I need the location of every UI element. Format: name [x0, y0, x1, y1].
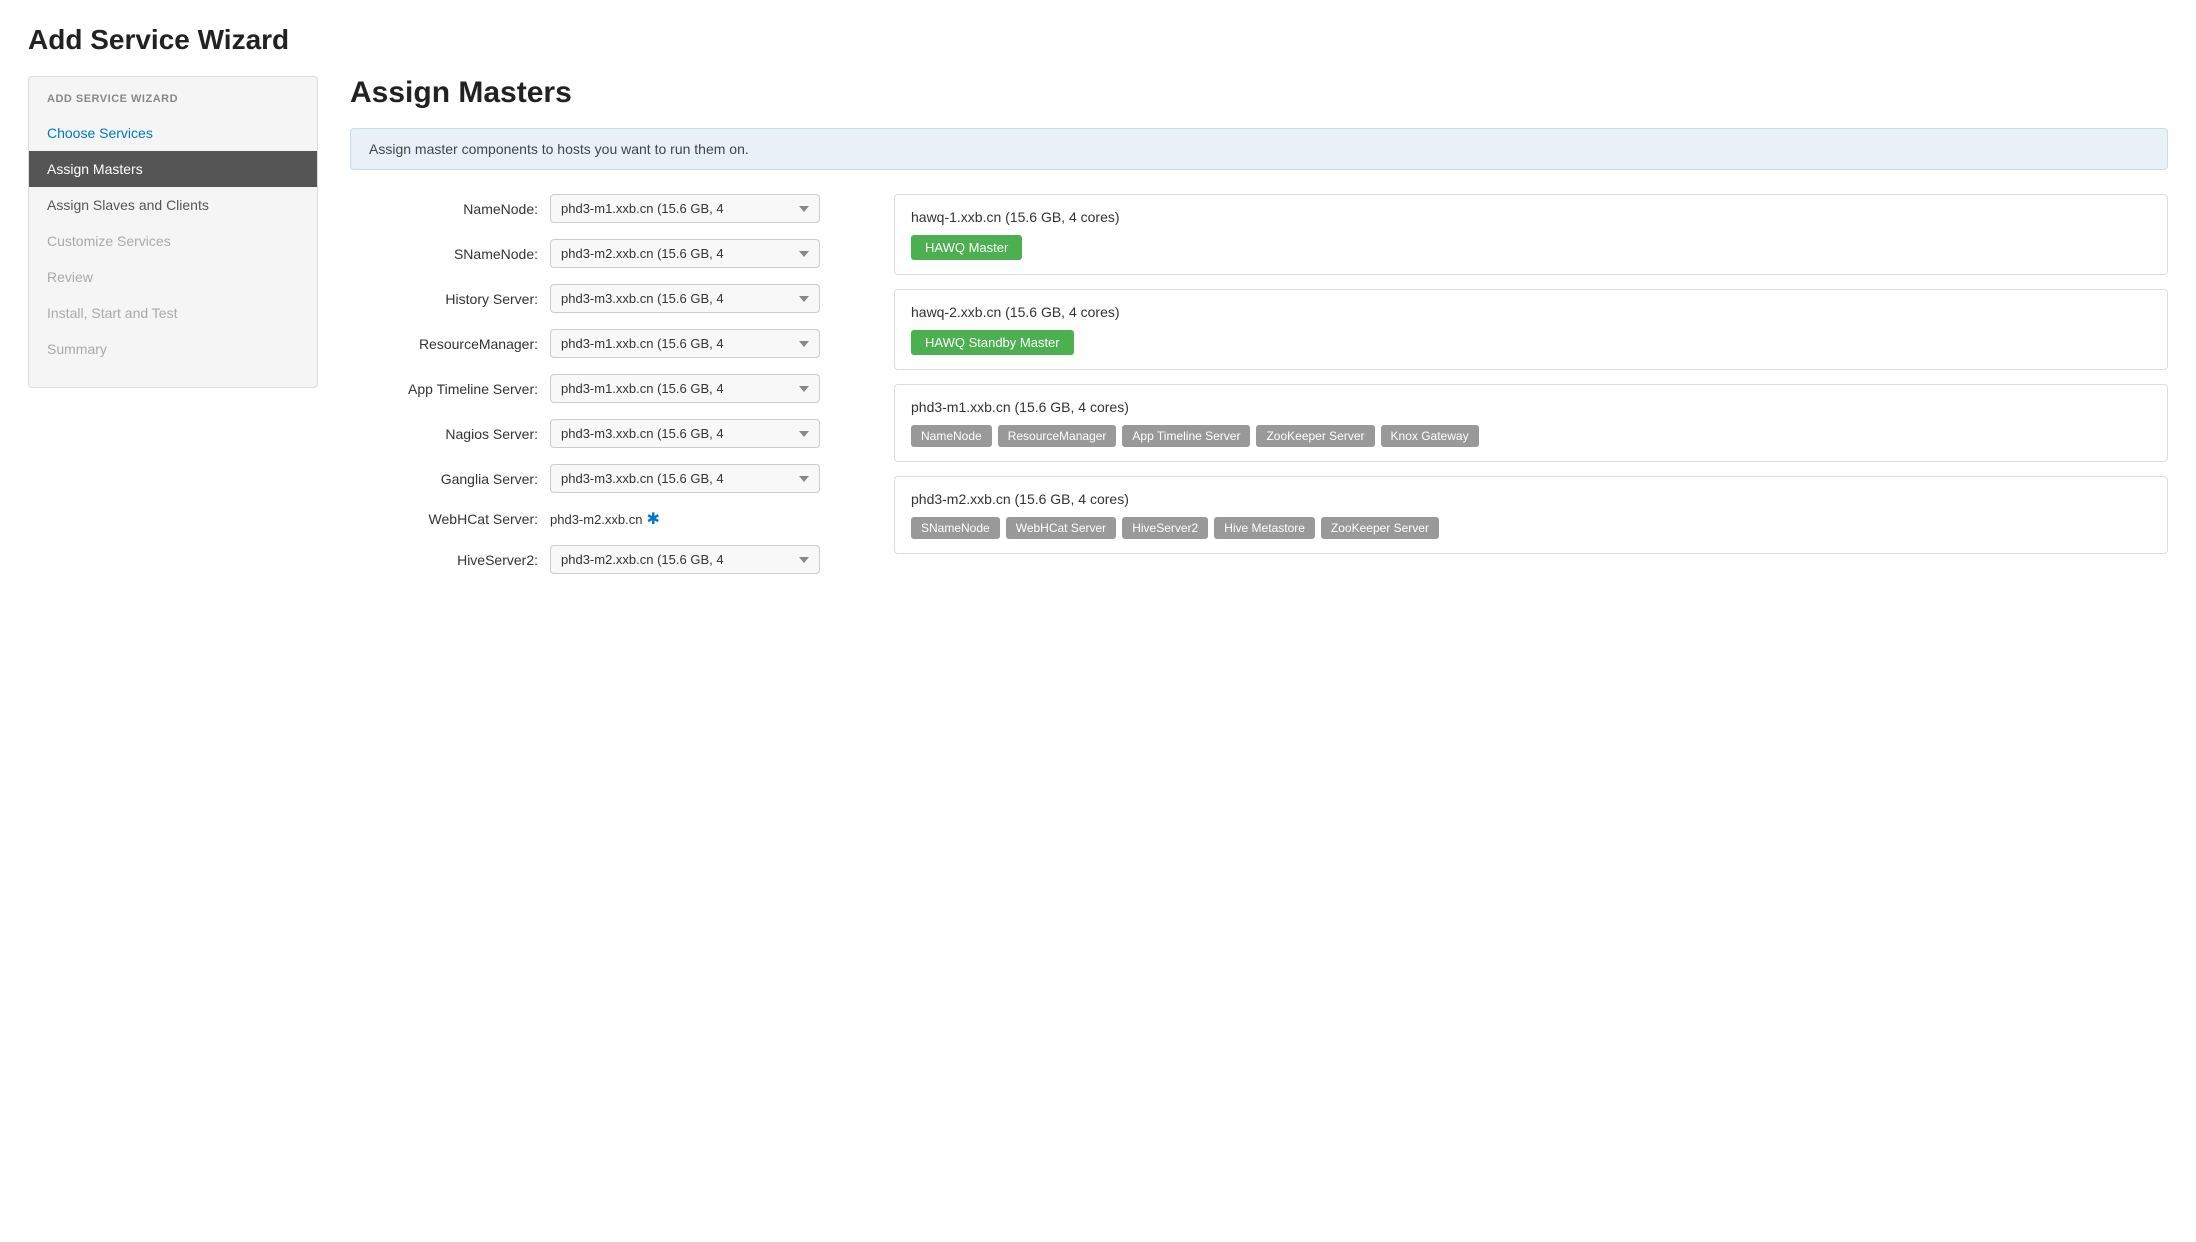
masters-form: NameNode: phd3-m1.xxb.cn (15.6 GB, 4 SNa… — [350, 194, 870, 590]
tag-hawq-standby-master: HAWQ Standby Master — [911, 330, 1074, 355]
main-content: Assign Masters Assign master components … — [318, 76, 2196, 618]
host-name-phd3-m1: phd3-m1.xxb.cn (15.6 GB, 4 cores) — [911, 399, 2151, 415]
tag-hawq-master: HAWQ Master — [911, 235, 1022, 260]
history-server-label: History Server: — [350, 291, 550, 307]
host-card-phd3-m2: phd3-m2.xxb.cn (15.6 GB, 4 cores) SNameN… — [894, 476, 2168, 554]
sidebar-header: ADD SERVICE WIZARD — [29, 77, 317, 115]
host-card-phd3-m1: phd3-m1.xxb.cn (15.6 GB, 4 cores) NameNo… — [894, 384, 2168, 462]
tag-hive-metastore: Hive Metastore — [1214, 517, 1315, 539]
sidebar-item-install-start-test[interactable]: Install, Start and Test — [29, 295, 317, 331]
hiveserver2-select[interactable]: phd3-m2.xxb.cn (15.6 GB, 4 — [550, 545, 820, 574]
tag-app-timeline-server: App Timeline Server — [1122, 425, 1250, 447]
ganglia-server-row: Ganglia Server: phd3-m3.xxb.cn (15.6 GB,… — [350, 464, 870, 493]
info-banner: Assign master components to hosts you wa… — [350, 128, 2168, 170]
history-server-row: History Server: phd3-m3.xxb.cn (15.6 GB,… — [350, 284, 870, 313]
sidebar-item-customize-services[interactable]: Customize Services — [29, 223, 317, 259]
page-title: Add Service Wizard — [0, 0, 2196, 76]
webhcat-asterisk: ✱ — [647, 509, 660, 529]
tag-webhcat-server: WebHCat Server — [1006, 517, 1116, 539]
sidebar-item-review[interactable]: Review — [29, 259, 317, 295]
host-tags-hawq-1: HAWQ Master — [911, 235, 2151, 260]
webhcat-server-label: WebHCat Server: — [350, 511, 550, 527]
host-tags-phd3-m1: NameNode ResourceManager App Timeline Se… — [911, 425, 2151, 447]
host-name-phd3-m2: phd3-m2.xxb.cn (15.6 GB, 4 cores) — [911, 491, 2151, 507]
tag-zookeeper-server-m2: ZooKeeper Server — [1321, 517, 1439, 539]
host-tags-phd3-m2: SNameNode WebHCat Server HiveServer2 Hiv… — [911, 517, 2151, 539]
namenode-row: NameNode: phd3-m1.xxb.cn (15.6 GB, 4 — [350, 194, 870, 223]
ganglia-server-label: Ganglia Server: — [350, 471, 550, 487]
sidebar: ADD SERVICE WIZARD Choose Services Assig… — [28, 76, 318, 388]
section-title: Assign Masters — [350, 76, 2168, 110]
hiveserver2-row: HiveServer2: phd3-m2.xxb.cn (15.6 GB, 4 — [350, 545, 870, 574]
snamenode-select[interactable]: phd3-m2.xxb.cn (15.6 GB, 4 — [550, 239, 820, 268]
sidebar-item-choose-services[interactable]: Choose Services — [29, 115, 317, 151]
app-timeline-server-row: App Timeline Server: phd3-m1.xxb.cn (15.… — [350, 374, 870, 403]
history-server-select[interactable]: phd3-m3.xxb.cn (15.6 GB, 4 — [550, 284, 820, 313]
app-timeline-server-select[interactable]: phd3-m1.xxb.cn (15.6 GB, 4 — [550, 374, 820, 403]
hiveserver2-label: HiveServer2: — [350, 552, 550, 568]
namenode-label: NameNode: — [350, 201, 550, 217]
hosts-panel: hawq-1.xxb.cn (15.6 GB, 4 cores) HAWQ Ma… — [894, 194, 2168, 568]
snamenode-label: SNameNode: — [350, 246, 550, 262]
nagios-server-row: Nagios Server: phd3-m3.xxb.cn (15.6 GB, … — [350, 419, 870, 448]
host-card-hawq-2: hawq-2.xxb.cn (15.6 GB, 4 cores) HAWQ St… — [894, 289, 2168, 370]
nagios-server-select[interactable]: phd3-m3.xxb.cn (15.6 GB, 4 — [550, 419, 820, 448]
snamenode-row: SNameNode: phd3-m2.xxb.cn (15.6 GB, 4 — [350, 239, 870, 268]
tag-snamenode: SNameNode — [911, 517, 1000, 539]
app-timeline-server-label: App Timeline Server: — [350, 381, 550, 397]
webhcat-server-row: WebHCat Server: phd3-m2.xxb.cn✱ — [350, 509, 870, 529]
sidebar-item-assign-slaves[interactable]: Assign Slaves and Clients — [29, 187, 317, 223]
sidebar-item-assign-masters[interactable]: Assign Masters — [29, 151, 317, 187]
webhcat-server-value: phd3-m2.xxb.cn✱ — [550, 509, 660, 529]
resource-manager-row: ResourceManager: phd3-m1.xxb.cn (15.6 GB… — [350, 329, 870, 358]
resource-manager-select[interactable]: phd3-m1.xxb.cn (15.6 GB, 4 — [550, 329, 820, 358]
host-name-hawq-2: hawq-2.xxb.cn (15.6 GB, 4 cores) — [911, 304, 2151, 320]
resource-manager-label: ResourceManager: — [350, 336, 550, 352]
ganglia-server-select[interactable]: phd3-m3.xxb.cn (15.6 GB, 4 — [550, 464, 820, 493]
tag-zookeeper-server-m1: ZooKeeper Server — [1256, 425, 1374, 447]
tag-hiveserver2: HiveServer2 — [1122, 517, 1208, 539]
tag-knox-gateway: Knox Gateway — [1381, 425, 1479, 447]
tag-namenode: NameNode — [911, 425, 992, 447]
host-tags-hawq-2: HAWQ Standby Master — [911, 330, 2151, 355]
host-card-hawq-1: hawq-1.xxb.cn (15.6 GB, 4 cores) HAWQ Ma… — [894, 194, 2168, 275]
nagios-server-label: Nagios Server: — [350, 426, 550, 442]
tag-resource-manager: ResourceManager — [998, 425, 1117, 447]
sidebar-item-summary[interactable]: Summary — [29, 331, 317, 367]
namenode-select[interactable]: phd3-m1.xxb.cn (15.6 GB, 4 — [550, 194, 820, 223]
host-name-hawq-1: hawq-1.xxb.cn (15.6 GB, 4 cores) — [911, 209, 2151, 225]
